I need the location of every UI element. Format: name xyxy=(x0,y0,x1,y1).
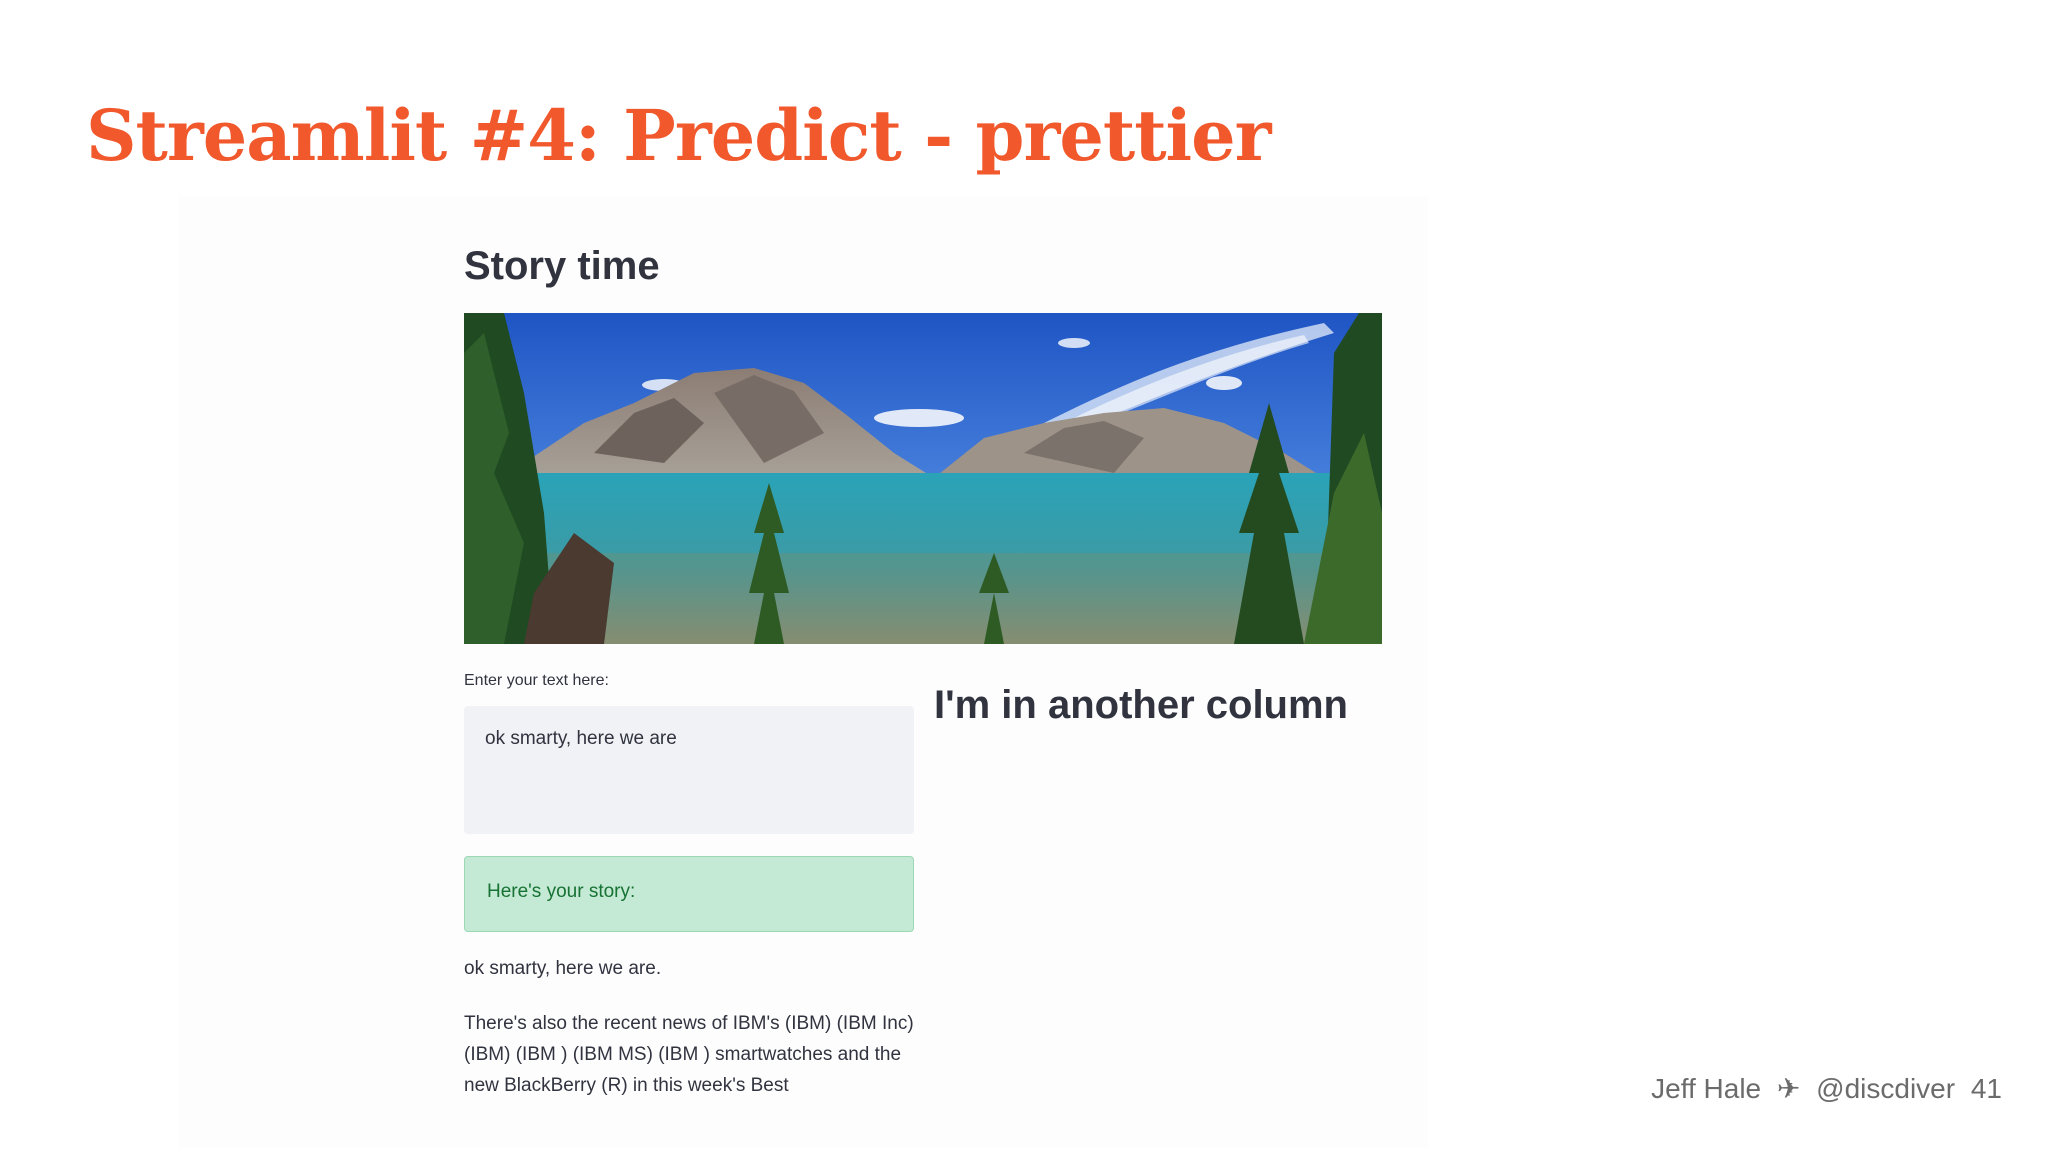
story-output-paragraph: There's also the recent news of IBM's (I… xyxy=(464,1013,914,1096)
airplane-icon: ✈ xyxy=(1776,1072,1801,1105)
footer-handle: @discdiver xyxy=(1816,1073,1956,1104)
landscape-photo xyxy=(464,313,1382,644)
column-heading: I'm in another column xyxy=(934,683,1348,727)
page-number: 41 xyxy=(1970,1073,2002,1104)
app-heading: Story time xyxy=(464,244,660,288)
success-message: Here's your story: xyxy=(487,881,636,902)
slide: Streamlit #4: Predict - prettier Story t… xyxy=(0,0,2048,1152)
footer-author: Jeff Hale xyxy=(1651,1073,1762,1104)
story-text-area[interactable]: ok smarty, here we are xyxy=(464,706,914,834)
success-alert: Here's your story: xyxy=(464,856,914,932)
slide-title: Streamlit #4: Predict - prettier xyxy=(86,94,1272,177)
text-input-label: Enter your text here: xyxy=(464,672,609,689)
story-output-line: ok smarty, here we are. xyxy=(464,958,662,979)
slide-footer: Jeff Hale ✈ @discdiver 41 xyxy=(1643,1072,2002,1105)
